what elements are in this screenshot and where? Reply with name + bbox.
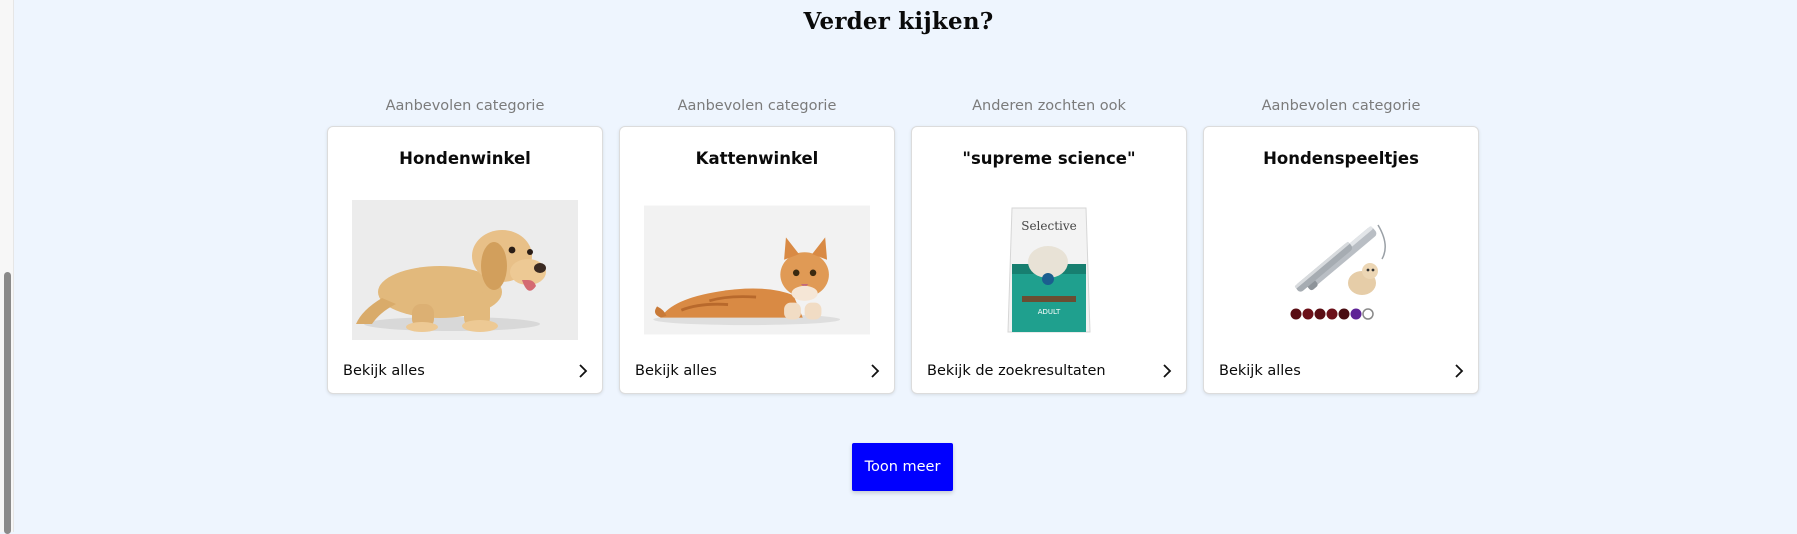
card-link-view-results[interactable]: Bekijk de zoekresultaten — [927, 361, 1172, 381]
laser-pointer-toy-image — [1228, 200, 1454, 340]
section-title: Verder kijken? — [803, 8, 994, 35]
ginger-cat-image — [644, 200, 870, 340]
scrollbar-thumb[interactable] — [4, 272, 11, 534]
card-link-view-all[interactable]: Bekijk alles — [1219, 361, 1464, 381]
card-body[interactable]: Hondenwinkel Bekijk alles — [327, 126, 603, 394]
card-title: "supreme science" — [962, 149, 1136, 168]
selective-food-bag-image: Selective ADULT — [936, 200, 1162, 340]
card-body[interactable]: Hondenspeeltjes Bekijk alles — [1203, 126, 1479, 394]
card-body[interactable]: Kattenwinkel Bekijk alles — [619, 126, 895, 394]
card-title: Kattenwinkel — [695, 149, 819, 168]
card-caption: Anderen zochten ook — [972, 98, 1126, 114]
chevron-right-icon — [870, 364, 880, 378]
card-link-view-all[interactable]: Bekijk alles — [343, 361, 588, 381]
chevron-right-icon — [1162, 364, 1172, 378]
recommendation-card-cat-shop: Aanbevolen categorie Kattenwinkel Bekijk… — [619, 98, 895, 394]
show-more-button[interactable]: Toon meer — [852, 443, 953, 491]
card-caption: Aanbevolen categorie — [677, 98, 837, 114]
card-caption: Aanbevolen categorie — [385, 98, 545, 114]
card-title: Hondenwinkel — [399, 149, 531, 168]
card-link-label: Bekijk alles — [635, 363, 717, 379]
card-link-label: Bekijk alles — [1219, 363, 1301, 379]
card-link-label: Bekijk alles — [343, 363, 425, 379]
card-body[interactable]: "supreme science" Selective ADULT Bekijk… — [911, 126, 1187, 394]
labrador-puppy-image — [352, 200, 578, 340]
chevron-right-icon — [578, 364, 588, 378]
left-rail — [0, 0, 14, 534]
chevron-right-icon — [1454, 364, 1464, 378]
recommendation-card-search: Anderen zochten ook "supreme science" Se… — [911, 98, 1187, 394]
recommendation-card-dog-shop: Aanbevolen categorie Hondenwinkel Bekijk… — [327, 98, 603, 394]
card-caption: Aanbevolen categorie — [1261, 98, 1421, 114]
card-title: Hondenspeeltjes — [1263, 149, 1419, 168]
recommendation-card-dog-toys: Aanbevolen categorie Hondenspeeltjes Bek… — [1203, 98, 1479, 394]
card-link-view-all[interactable]: Bekijk alles — [635, 361, 880, 381]
bag-brand-text: Selective — [1021, 219, 1077, 233]
card-link-label: Bekijk de zoekresultaten — [927, 363, 1106, 379]
bag-label-text: ADULT — [1038, 308, 1061, 316]
